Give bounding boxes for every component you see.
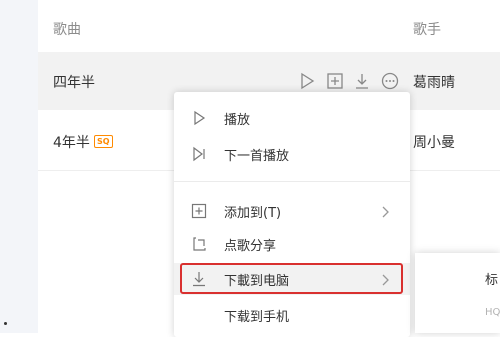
menu-item-download-to-phone[interactable]: 下载到手机: [174, 299, 410, 331]
song-title: 四年半: [53, 75, 95, 91]
menu-item-label: 点歌分享: [224, 239, 277, 254]
song-artist[interactable]: 周小曼: [413, 132, 455, 152]
download-icon[interactable]: [353, 72, 371, 90]
menu-item-add-to[interactable]: 添加到(T): [174, 195, 410, 227]
more-icon[interactable]: [381, 72, 399, 90]
share-icon: [191, 236, 207, 252]
add-icon: [191, 203, 207, 219]
add-icon[interactable]: [326, 72, 344, 90]
play-icon: [191, 110, 207, 126]
menu-item-share[interactable]: 点歌分享: [174, 228, 410, 260]
song-column-header[interactable]: 歌曲: [53, 19, 81, 39]
highlight-annotation-box: [180, 263, 403, 294]
menu-item-label: 播放: [224, 113, 251, 128]
menu-divider: [174, 181, 410, 182]
phone-icon: [191, 307, 207, 323]
play-next-icon: [191, 146, 207, 162]
left-sidebar-edge: [0, 0, 38, 333]
submenu-item-standard[interactable]: 标: [485, 269, 498, 288]
submenu-item-hq[interactable]: HQ: [485, 307, 500, 318]
artist-column-header[interactable]: 歌手: [413, 19, 441, 39]
menu-item-label: 下一首播放: [224, 149, 290, 164]
play-icon[interactable]: [298, 72, 316, 90]
song-artist[interactable]: 葛雨晴: [413, 72, 455, 92]
menu-item-play[interactable]: 播放: [174, 102, 410, 134]
menu-item-label: 下载到手机: [224, 310, 290, 325]
context-menu: 播放 下一首播放 添加到(T) 点歌分享 下載到电脑 下载到手机: [174, 92, 410, 337]
sidebar-dot: [4, 322, 7, 325]
menu-item-label: 添加到(T): [224, 206, 282, 221]
song-title: 4年半: [53, 135, 90, 151]
download-quality-submenu: 标 HQ: [415, 253, 500, 333]
chevron-right-icon: [380, 204, 392, 218]
menu-item-play-next[interactable]: 下一首播放: [174, 138, 410, 170]
sq-quality-badge: SQ: [94, 135, 113, 148]
